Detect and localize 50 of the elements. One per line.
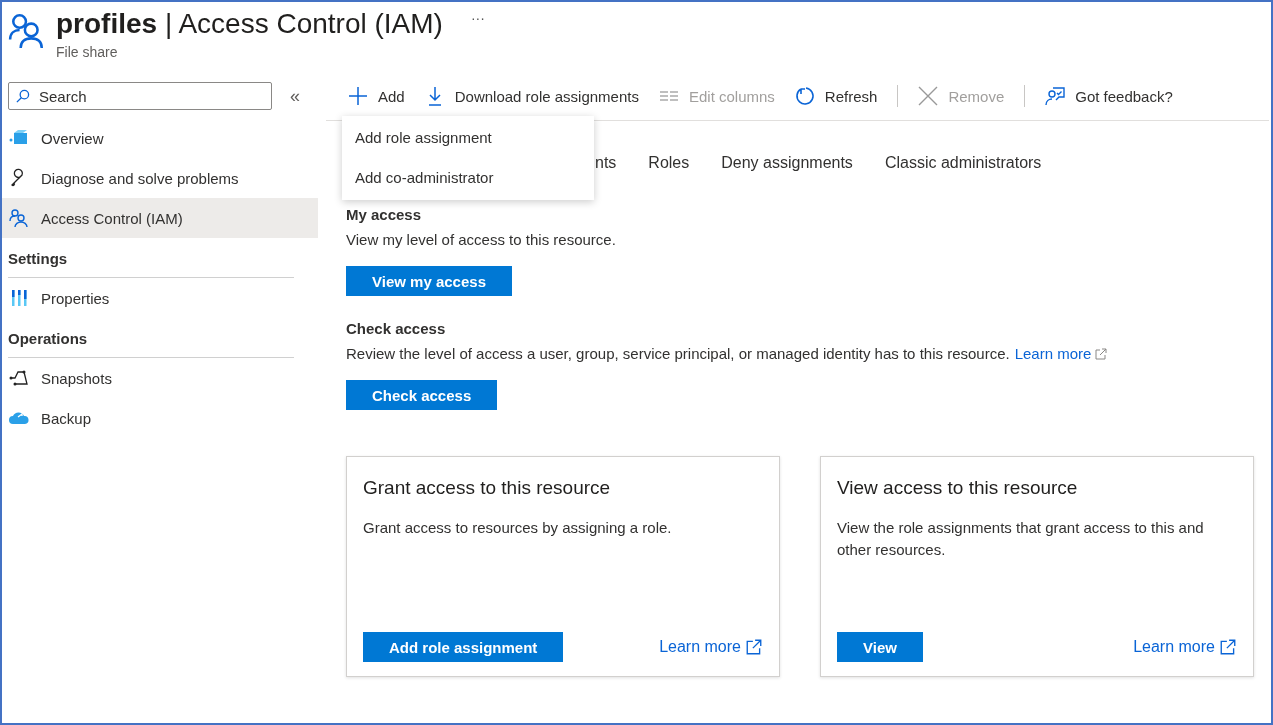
close-icon xyxy=(918,86,939,106)
sidebar-item[interactable]: Properties xyxy=(2,278,318,318)
more-button[interactable]: ··· xyxy=(470,10,485,26)
sidebar-item[interactable]: Snapshots xyxy=(2,358,318,398)
section-heading: Settings xyxy=(8,250,294,278)
external-link-icon xyxy=(1095,347,1108,360)
card-button[interactable]: Add role assignment xyxy=(363,632,564,662)
card-title: Grant access to this resource xyxy=(363,477,612,499)
card-text: Grant access to resources by assigning a role. xyxy=(363,518,673,538)
learn-more-link[interactable]: Learn more xyxy=(1133,638,1237,656)
learn-more-link[interactable]: Learn more xyxy=(1014,345,1108,362)
menu-item[interactable]: Add role assignment xyxy=(342,118,594,158)
page-subtitle: File share xyxy=(56,44,119,60)
feedback-icon xyxy=(1045,86,1066,106)
learn-more-link[interactable]: Learn more xyxy=(659,638,763,656)
refresh-icon xyxy=(794,86,815,106)
description-text: Review the level of access a user, group, service principal, or managed identity has to this resource. xyxy=(346,345,1010,362)
tab[interactable]: nts xyxy=(595,148,617,180)
section-title: Check access xyxy=(346,320,447,337)
page-title: profiles | Access Control (IAM) xyxy=(56,8,443,40)
bars-icon xyxy=(9,288,29,308)
plus-icon xyxy=(348,86,368,106)
description-text: View my level of access to this resource. xyxy=(346,231,617,248)
sidebar-item[interactable]: Backup xyxy=(2,398,318,438)
card-title: View access to this resource xyxy=(837,477,1079,499)
external-link-icon xyxy=(745,638,763,656)
search-field[interactable]: Search xyxy=(8,82,272,110)
collapse-button[interactable]: « xyxy=(286,85,304,107)
card-button[interactable]: View xyxy=(837,632,923,662)
tab[interactable]: Deny assignments xyxy=(721,148,853,180)
view-my-access-button[interactable]: View my access xyxy=(346,266,512,296)
section-title: My access xyxy=(346,206,423,223)
section-heading: Operations xyxy=(8,330,294,358)
toolbar-button[interactable]: Got feedback? xyxy=(1035,86,1183,106)
people-icon xyxy=(8,12,46,50)
tab[interactable]: Classic administrators xyxy=(884,148,1042,180)
external-link-icon xyxy=(1219,638,1237,656)
toolbar-button[interactable]: Add xyxy=(348,86,415,106)
sidebar-item[interactable]: Access Control (IAM) xyxy=(2,198,318,238)
people-icon xyxy=(9,208,29,228)
check-access-button[interactable]: Check access xyxy=(346,380,498,410)
search-icon xyxy=(15,89,30,104)
sidebar-item[interactable]: Diagnose and solve problems xyxy=(2,158,318,198)
menu-item[interactable]: Add co-administrator xyxy=(342,158,594,198)
card-text: View the role assignments that grant access to this and other resources. xyxy=(837,518,1205,560)
toolbar-button[interactable]: Refresh xyxy=(784,86,888,106)
tab[interactable]: Roles xyxy=(648,148,690,180)
sidebar-item[interactable]: Overview xyxy=(2,118,318,158)
snapshot-icon xyxy=(9,368,29,388)
toolbar-button[interactable]: Download role assignments xyxy=(414,86,649,106)
